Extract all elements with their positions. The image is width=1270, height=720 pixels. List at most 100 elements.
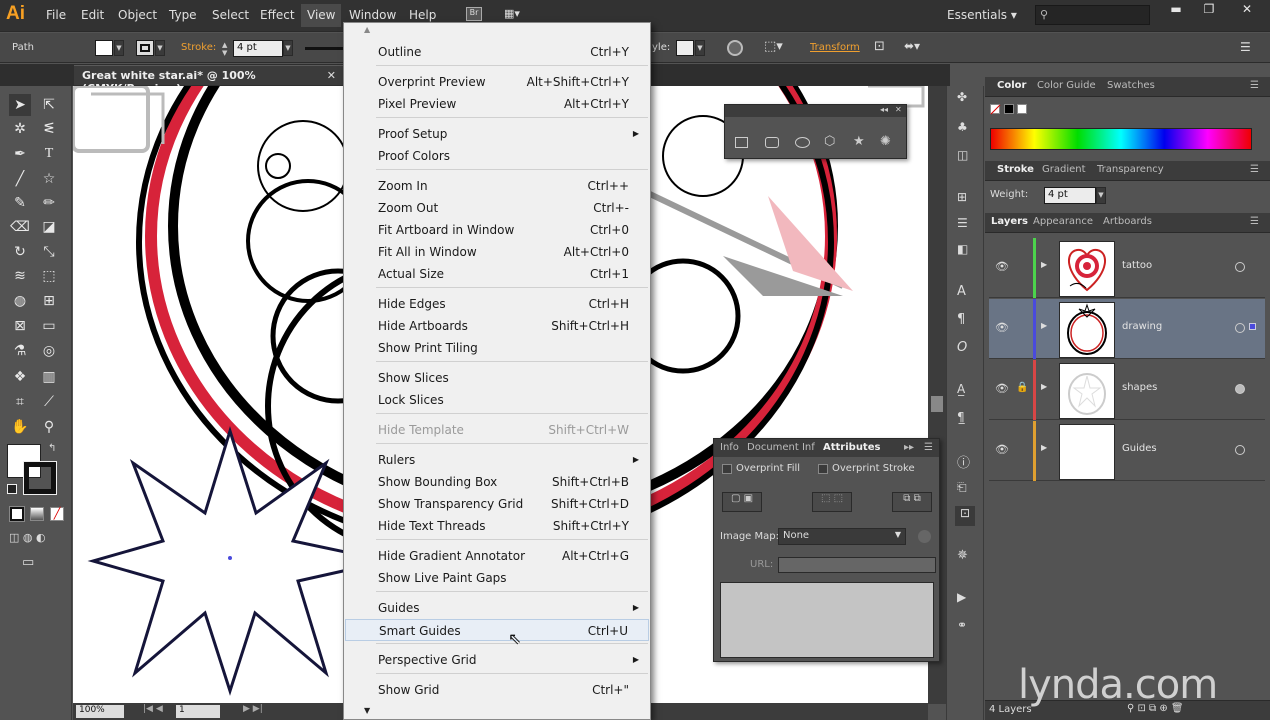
vertical-scroll-thumb[interactable] xyxy=(931,396,943,412)
magic-wand-tool-icon[interactable]: ✲ xyxy=(9,118,31,140)
tab-swatches[interactable]: Swatches xyxy=(1107,80,1155,91)
actions-icon[interactable]: ▶ xyxy=(957,590,966,604)
navigator-icon[interactable]: ✵ xyxy=(957,548,968,563)
panel-menu-icon[interactable]: ☰ xyxy=(1250,164,1259,175)
line-tool-icon[interactable]: ╱ xyxy=(9,168,31,190)
free-transform-tool-icon[interactable]: ⬚ xyxy=(38,265,60,287)
zoom-level-input[interactable]: 100% xyxy=(76,705,124,718)
menu-item-pixel-preview[interactable]: Pixel Preview Alt+Ctrl+Y xyxy=(345,93,649,115)
target-circle-icon[interactable] xyxy=(1235,262,1245,272)
weight-input[interactable]: 4 pt xyxy=(1044,187,1096,204)
layer-row-selected[interactable]: 👁 ▶ drawing xyxy=(989,299,1265,359)
minimize-icon[interactable]: ▬ xyxy=(1165,2,1187,20)
layer-name[interactable]: drawing xyxy=(1122,321,1162,332)
search-help-input[interactable]: ⚲ xyxy=(1035,5,1150,25)
browser-icon[interactable] xyxy=(918,530,931,543)
fill-rule-icons[interactable]: ⬚ ⬚ xyxy=(812,492,852,512)
white-color-icon[interactable] xyxy=(1017,104,1027,114)
visibility-eye-icon[interactable]: 👁 xyxy=(995,260,1009,273)
overprint-stroke-checkbox[interactable] xyxy=(818,464,828,474)
target-circle-icon[interactable] xyxy=(1235,384,1245,394)
tab-stroke[interactable]: Stroke xyxy=(997,164,1034,175)
stroke-label[interactable]: Stroke: xyxy=(181,42,216,53)
symbols-icon[interactable]: ♣ xyxy=(957,120,968,134)
menu-item-show-print-tiling[interactable]: Show Print Tiling xyxy=(345,337,649,359)
color-spectrum[interactable] xyxy=(990,128,1252,150)
screen-mode-icon[interactable]: ▭ xyxy=(22,555,34,570)
visibility-eye-icon[interactable]: 👁 xyxy=(995,382,1009,395)
rounded-rectangle-tool-icon[interactable] xyxy=(765,137,779,148)
menu-item-smart-guides[interactable]: Smart Guides Ctrl+U xyxy=(345,619,649,641)
layer-name[interactable]: Guides xyxy=(1122,443,1157,454)
tab-close-icon[interactable]: ✕ xyxy=(327,69,336,82)
stroke-color-box[interactable] xyxy=(23,461,57,495)
close-icon[interactable]: ✕ xyxy=(895,105,902,114)
polygon-tool-icon[interactable]: ⬡ xyxy=(824,134,835,149)
tab-info[interactable]: Info xyxy=(720,442,739,453)
draw-mode-icons[interactable]: ◫ ◍ ◐ xyxy=(9,531,46,544)
artboard-number-input[interactable]: 1 xyxy=(176,705,220,718)
stroke-dropdown-icon[interactable]: ▼ xyxy=(155,40,165,56)
menu-item-proof-setup[interactable]: Proof Setup ▶ xyxy=(345,123,649,145)
target-circle-icon[interactable] xyxy=(1235,323,1245,333)
menu-help[interactable]: Help xyxy=(409,8,436,22)
panel-menu-icon[interactable]: ☰ xyxy=(1250,80,1259,91)
selection-indicator[interactable] xyxy=(1249,323,1256,330)
menu-item-guides[interactable]: Guides ▶ xyxy=(345,597,649,619)
stroke-stepper-icon[interactable]: ▲ ▼ xyxy=(222,41,232,57)
weight-dropdown-icon[interactable]: ▼ xyxy=(1096,187,1106,204)
target-circle-icon[interactable] xyxy=(1235,445,1245,455)
layer-row[interactable]: 👁 🔒 ▶ shapes xyxy=(989,360,1265,420)
fill-swatch[interactable] xyxy=(95,40,113,56)
menu-item-rulers[interactable]: Rulers ▶ xyxy=(345,449,649,471)
menu-effect[interactable]: Effect xyxy=(260,8,295,22)
arrange-documents-icon[interactable]: ▦▾ xyxy=(504,7,526,21)
blob-brush-tool-icon[interactable]: ⌫ xyxy=(9,216,31,238)
expand-triangle-icon[interactable]: ▶ xyxy=(1041,321,1047,330)
perspective-grid-tool-icon[interactable]: ⊞ xyxy=(38,290,60,312)
mesh-tool-icon[interactable]: ⊠ xyxy=(9,315,31,337)
menu-item-lock-slices[interactable]: Lock Slices xyxy=(345,389,649,411)
zoom-tool-icon[interactable]: ⚲ xyxy=(38,416,60,438)
paragraph-icon[interactable]: ¶ xyxy=(957,312,965,327)
notes-textarea[interactable] xyxy=(720,582,934,658)
expand-triangle-icon[interactable]: ▶ xyxy=(1041,382,1047,391)
paintbrush-tool-icon[interactable]: ✎ xyxy=(9,192,31,214)
overprint-fill-checkbox[interactable] xyxy=(722,464,732,474)
attributes-icon[interactable]: ⊡ xyxy=(955,506,975,526)
tab-appearance[interactable]: Appearance xyxy=(1033,216,1093,227)
column-graph-tool-icon[interactable]: ▥ xyxy=(38,366,60,388)
menu-scroll-down-icon[interactable]: ▼ xyxy=(364,706,370,715)
menu-object[interactable]: Object xyxy=(118,8,157,22)
menu-item-hide-text-threads[interactable]: Hide Text Threads Shift+Ctrl+Y xyxy=(345,515,649,537)
info-icon[interactable]: ⓘ xyxy=(957,452,970,471)
layer-row[interactable]: 👁 ▶ tattoo xyxy=(989,238,1265,298)
graphic-styles-icon[interactable]: ◫ xyxy=(957,148,968,162)
winding-rule-icons[interactable]: ⧉ ⧉ xyxy=(892,492,932,512)
links-icon[interactable]: ⚭ xyxy=(957,618,967,632)
menu-select[interactable]: Select xyxy=(212,8,249,22)
more-options-icon[interactable]: ⬌▾ xyxy=(904,39,920,53)
lock-icon[interactable]: 🔒 xyxy=(1016,382,1028,393)
graphic-style-swatch[interactable] xyxy=(676,40,694,56)
shape-builder-tool-icon[interactable]: ◍ xyxy=(9,290,31,312)
workspace-switcher[interactable]: Essentials ▾ xyxy=(947,8,1017,22)
document-tab[interactable]: Great white star.ai* @ 100% (CMYK/Previe… xyxy=(74,65,344,95)
blend-tool-icon[interactable]: ◎ xyxy=(38,340,60,362)
image-map-select[interactable]: None ▼ xyxy=(778,528,906,545)
stroke-weight-input[interactable]: 4 pt xyxy=(233,40,283,57)
stroke-swatch[interactable] xyxy=(136,40,154,56)
menu-item-hide-gradient-annotator[interactable]: Hide Gradient Annotator Alt+Ctrl+G xyxy=(345,545,649,567)
panel-grip[interactable]: ◂◂ ✕ xyxy=(725,105,906,117)
paragraph-styles-icon[interactable]: ¶̲ xyxy=(957,410,965,424)
menu-item-show-transparency-grid[interactable]: Show Transparency Grid Shift+Ctrl+D xyxy=(345,493,649,515)
width-tool-icon[interactable]: ≋ xyxy=(9,265,31,287)
gradient-tool-icon[interactable]: ▭ xyxy=(38,315,60,337)
menu-scroll-up-icon[interactable]: ▲ xyxy=(364,25,370,34)
stroke-profile-preview[interactable] xyxy=(305,47,343,50)
pen-tool-icon[interactable]: ✒ xyxy=(9,143,31,165)
center-display-icons[interactable]: ▢ ▣ xyxy=(722,492,762,512)
menu-item-show-slices[interactable]: Show Slices xyxy=(345,367,649,389)
black-color-icon[interactable] xyxy=(1004,104,1014,114)
visibility-eye-icon[interactable]: 👁 xyxy=(995,443,1009,456)
